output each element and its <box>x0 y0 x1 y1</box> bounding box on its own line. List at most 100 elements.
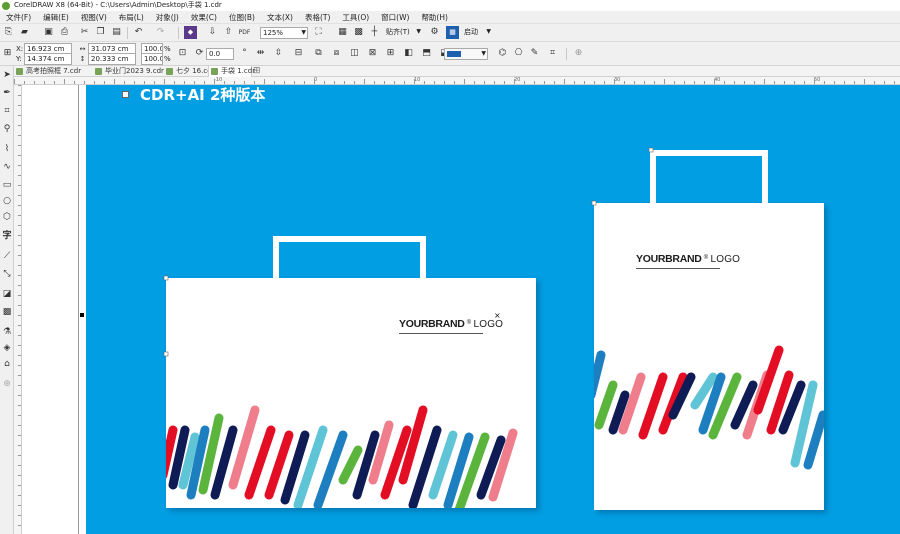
lock-ratio-icon[interactable]: ⊡ <box>176 47 189 60</box>
publish-pdf-icon[interactable]: PDF <box>238 26 251 39</box>
menu-file[interactable]: 文件(F) <box>0 11 37 24</box>
ungroup-all-icon[interactable]: ◫ <box>348 47 361 60</box>
artistic-media-icon[interactable]: ∿ <box>1 161 13 173</box>
menu-effects[interactable]: 效果(C) <box>185 11 223 24</box>
drawing-canvas[interactable]: CDR+AI 2种版本 × YOURBRAND ® LOGO YOURBRAND… <box>23 85 900 534</box>
menu-object[interactable]: 对象(J) <box>150 11 185 24</box>
transparency-icon[interactable]: ▩ <box>1 306 13 318</box>
menu-tools[interactable]: 工具(O) <box>336 11 375 24</box>
page-layout-icon[interactable]: ⊞ <box>1 47 14 60</box>
add-icon[interactable]: ⊕ <box>572 47 585 60</box>
menu-bitmaps[interactable]: 位图(B) <box>223 11 261 24</box>
import-icon[interactable]: ⇩ <box>206 26 219 39</box>
launch-dropdown[interactable]: 启动 ▼ <box>462 27 492 39</box>
snap-to-dropdown[interactable]: 贴齐(T) ▼ <box>384 27 422 39</box>
rectangle-tool-icon[interactable]: ▭ <box>1 179 13 191</box>
selection-node[interactable] <box>591 200 597 206</box>
mirror-horizontal-icon[interactable]: ⇹ <box>254 47 267 60</box>
edit-bitmap-icon[interactable]: ✎ <box>528 47 541 60</box>
menu-text[interactable]: 文本(X) <box>261 11 299 24</box>
show-grid-icon[interactable]: ▩ <box>352 26 365 39</box>
connector-tool-icon[interactable]: ⤡ <box>1 268 13 280</box>
cut-icon[interactable]: ✂ <box>78 26 91 39</box>
add-tab-icon[interactable]: ⊞ <box>253 66 261 77</box>
print-icon[interactable]: ⎙ <box>58 26 71 39</box>
ellipse-tool-icon[interactable]: ○ <box>1 195 13 207</box>
interactive-fill-icon[interactable]: ◈ <box>1 342 13 354</box>
ruler-tick <box>18 285 21 286</box>
outline-width-select[interactable]: ▼ <box>444 48 488 60</box>
coreldraw-app-icon <box>2 2 10 10</box>
show-guidelines-icon[interactable]: ┼ <box>368 26 381 39</box>
zoom-level-select[interactable]: 125% ▼ <box>260 27 308 39</box>
tab-document-active[interactable]: 手袋 1.cdr <box>208 66 255 77</box>
scale-y-field[interactable]: 100.0 <box>141 53 163 65</box>
menu-layout[interactable]: 布局(L) <box>113 11 150 24</box>
selection-node[interactable] <box>648 147 654 153</box>
application-launcher-icon[interactable]: ▦ <box>446 26 459 39</box>
break-apart-icon[interactable]: ⊞ <box>384 47 397 60</box>
height-field[interactable]: 20.333 cm <box>88 53 136 65</box>
ruler-tick <box>18 305 21 306</box>
combine-icon[interactable]: ⊠ <box>366 47 379 60</box>
undo-icon[interactable]: ↶ <box>132 26 145 39</box>
to-front-icon[interactable]: ⬒ <box>420 47 433 60</box>
ruler-tick <box>18 165 21 166</box>
freehand-tool-icon[interactable]: ⌇ <box>1 143 13 155</box>
wrap-text-icon[interactable]: ⌬ <box>496 47 509 60</box>
mirror-vertical-icon[interactable]: ⇳ <box>272 47 285 60</box>
ruler-tick <box>264 79 265 84</box>
menu-help[interactable]: 帮助(H) <box>415 11 454 24</box>
parallel-dimension-icon[interactable]: ⟋ <box>1 250 13 262</box>
open-folder-icon[interactable]: ▰ <box>18 26 31 39</box>
menu-edit[interactable]: 编辑(E) <box>37 11 75 24</box>
add-tool-icon[interactable]: ⊕ <box>1 378 13 390</box>
standard-toolbar: ⎘ ▰ ▣ ⎙ ✂ ❐ ▤ ↶ ↷ ◆ ⇩ ⇧ PDF 125% ▼ ⛶ ▦ ▩ … <box>0 24 900 42</box>
show-rulers-icon[interactable]: ▦ <box>336 26 349 39</box>
bag2-body[interactable] <box>594 203 824 510</box>
tab-label: 毕业门2023 9.cdr <box>105 67 164 75</box>
menu-table[interactable]: 表格(T) <box>299 11 336 24</box>
tab-document-3[interactable]: 七夕 16.cdr <box>164 66 215 77</box>
drop-shadow-icon[interactable]: ◪ <box>1 288 13 300</box>
save-icon[interactable]: ▣ <box>42 26 55 39</box>
tab-document-1[interactable]: 高考拍照框 7.cdr <box>14 66 92 77</box>
ungroup-icon[interactable]: ⧈ <box>330 47 343 60</box>
ruler-tick <box>234 81 235 84</box>
pick-tool-icon[interactable]: ➤ <box>1 69 13 81</box>
logo-brand-text: YOURBRAND <box>399 318 465 330</box>
paste-icon[interactable]: ▤ <box>110 26 123 39</box>
ruler-tick <box>374 81 375 84</box>
new-document-icon[interactable]: ⎘ <box>2 26 15 39</box>
export-icon[interactable]: ⇧ <box>222 26 235 39</box>
quick-trace-icon[interactable]: ⎔ <box>512 47 525 60</box>
y-position-field[interactable]: 14.374 cm <box>24 53 72 65</box>
copy-icon[interactable]: ❐ <box>94 26 107 39</box>
options-gear-icon[interactable]: ⚙ <box>428 26 441 39</box>
ruler-tick <box>18 475 21 476</box>
crop-tool-icon[interactable]: ⌗ <box>1 105 13 117</box>
zoom-tool-icon[interactable]: ⚲ <box>1 123 13 135</box>
eyedropper-icon[interactable]: ⚗ <box>1 326 13 338</box>
menu-window[interactable]: 窗口(W) <box>375 11 415 24</box>
shape-tool-icon[interactable]: ✒ <box>1 87 13 99</box>
crop-icon[interactable]: ⌗ <box>546 47 559 60</box>
full-screen-icon[interactable]: ⛶ <box>312 26 325 39</box>
bag1-logo: YOURBRAND ® LOGO <box>399 318 503 330</box>
menu-view[interactable]: 视图(V) <box>75 11 113 24</box>
selection-node[interactable] <box>163 351 169 357</box>
polygon-tool-icon[interactable]: ⬡ <box>1 211 13 223</box>
search-content-icon[interactable]: ◆ <box>184 26 197 39</box>
text-tool-icon[interactable]: 字 <box>1 230 13 242</box>
align-icon[interactable]: ⊟ <box>292 47 305 60</box>
rotation-angle-field[interactable]: 0.0 <box>206 48 234 60</box>
ruler-tick <box>504 81 505 84</box>
smart-fill-icon[interactable]: ⌂ <box>1 358 13 370</box>
redo-icon[interactable]: ↷ <box>154 26 167 39</box>
ruler-tick <box>18 335 21 336</box>
group-icon[interactable]: ⧉ <box>312 47 325 60</box>
weld-icon[interactable]: ◧ <box>402 47 415 60</box>
ruler-tick <box>164 79 165 84</box>
tab-document-2[interactable]: 毕业门2023 9.cdr <box>93 66 164 77</box>
selection-node[interactable] <box>163 275 169 281</box>
